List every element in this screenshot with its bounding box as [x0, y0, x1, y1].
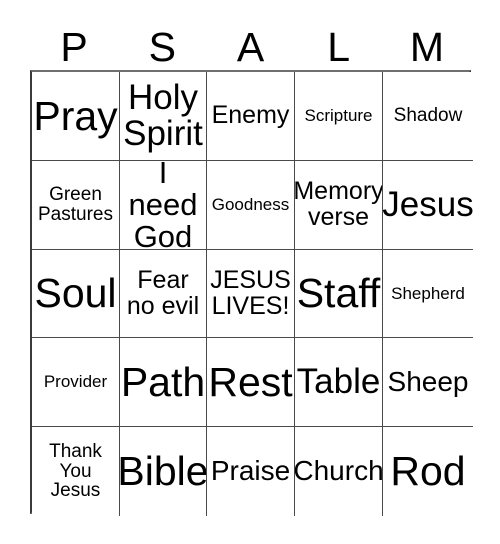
bingo-cell[interactable]: Provider — [32, 338, 120, 427]
bingo-cell-label: Thank You Jesus — [49, 441, 102, 502]
header-letter-1: S — [148, 24, 176, 70]
bingo-cell-label: Scripture — [304, 106, 373, 126]
bingo-cell-label: Goodness — [211, 195, 290, 215]
bingo-cell-label: I need God — [128, 161, 198, 250]
bingo-cell-label: Pray — [33, 92, 118, 139]
header-letter-0: P — [60, 24, 88, 70]
bingo-cell[interactable]: Staff — [295, 250, 383, 338]
bingo-cell[interactable]: Soul — [32, 250, 120, 338]
bingo-cell[interactable]: Bible — [120, 427, 207, 516]
bingo-cell-label: Shadow — [393, 105, 463, 127]
bingo-header-letters: P S A L M — [30, 14, 471, 70]
bingo-cell[interactable]: Scripture — [295, 72, 383, 161]
bingo-cell-label: Enemy — [211, 101, 290, 130]
bingo-cell[interactable]: Church — [295, 427, 383, 516]
bingo-cell-label: Bible — [120, 448, 207, 495]
bingo-cell-label: Soul — [34, 270, 117, 317]
bingo-cell-label: Shepherd — [391, 283, 465, 303]
bingo-cell-label: Green Pastures — [38, 184, 113, 225]
bingo-cell-label: Sheep — [387, 365, 469, 397]
bingo-cell[interactable]: Path — [120, 338, 207, 427]
bingo-cell[interactable]: Enemy — [207, 72, 295, 161]
header-letter-3: L — [327, 24, 351, 70]
bingo-card: P S A L M Pray Holy Spirit Enemy Scriptu… — [0, 0, 500, 544]
bingo-cell[interactable]: Shepherd — [383, 250, 473, 338]
bingo-cell-label: Staff — [296, 270, 381, 317]
bingo-cell[interactable]: Rod — [383, 427, 473, 516]
bingo-cell-label: Fear no evil — [126, 265, 200, 320]
bingo-cell[interactable]: Shadow — [383, 72, 473, 161]
bingo-cell-label: Holy Spirit — [123, 77, 203, 153]
bingo-cell[interactable]: Sheep — [383, 338, 473, 427]
header-letter-2: A — [236, 24, 265, 70]
bingo-cell[interactable]: Fear no evil — [120, 250, 207, 338]
bingo-cell-label: Rod — [390, 448, 466, 495]
bingo-cell[interactable]: JESUS LIVES! — [207, 250, 295, 338]
bingo-cell-label: JESUS LIVES! — [210, 265, 291, 320]
bingo-cell-label: Path — [120, 358, 206, 405]
bingo-cell[interactable]: Green Pastures — [32, 161, 120, 250]
bingo-cell-label: Jesus — [383, 184, 473, 224]
bingo-cell[interactable]: Rest — [207, 338, 295, 427]
bingo-cell-label: Rest — [208, 358, 293, 405]
bingo-cell[interactable]: Pray — [32, 72, 120, 161]
bingo-cell[interactable]: Praise — [207, 427, 295, 516]
bingo-cell-label: Table — [296, 361, 381, 401]
bingo-cell[interactable]: Jesus — [383, 161, 473, 250]
bingo-cell[interactable]: Table — [295, 338, 383, 427]
bingo-cell-label: Provider — [43, 372, 108, 392]
bingo-cell-label: Church — [295, 455, 383, 487]
bingo-cell[interactable]: Goodness — [207, 161, 295, 250]
bingo-cell[interactable]: Holy Spirit — [120, 72, 207, 161]
bingo-cell-label: Memory verse — [295, 177, 383, 231]
bingo-cell[interactable]: Thank You Jesus — [32, 427, 120, 516]
bingo-cell[interactable]: Memory verse — [295, 161, 383, 250]
bingo-cell-label: Praise — [210, 455, 291, 487]
bingo-cell[interactable]: I need God — [120, 161, 207, 250]
header-letter-4: M — [409, 24, 444, 70]
bingo-grid: Pray Holy Spirit Enemy Scripture Shadow … — [30, 70, 473, 516]
